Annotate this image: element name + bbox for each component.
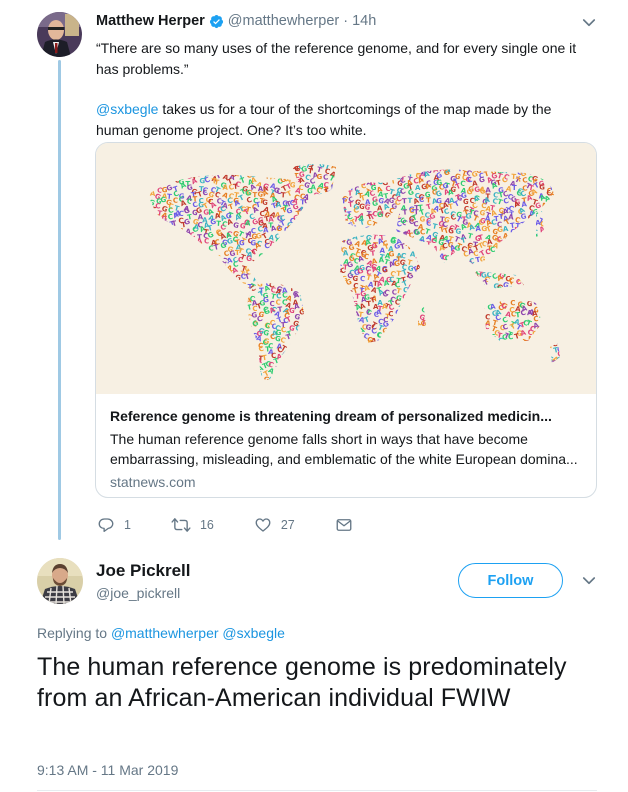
card-body: Reference genome is threatening dream of… (110, 406, 584, 490)
quote-paragraph: “There are so many uses of the reference… (96, 40, 577, 77)
dna-letter: C (298, 184, 304, 193)
reply-button[interactable]: 1 (97, 516, 131, 534)
world-map-icon: CCCCAGCTACCGCATGATACATAAAACTGTATGTTTGCCA… (96, 143, 596, 394)
replying-to-line: Replying to @matthewherper @sxbegle (37, 625, 285, 641)
card-image-world-map: CCCCAGCTACCGCATGATACATAAAACTGTATGTTTGCCA… (96, 143, 596, 394)
like-button[interactable]: 27 (254, 516, 295, 534)
main-author-name[interactable]: Joe Pickrell (96, 561, 191, 581)
card-description-line: embarrassing, misleading, and emblematic… (110, 451, 578, 467)
main-author-handle[interactable]: @joe_pickrell (96, 585, 180, 601)
replying-mention[interactable]: @sxbegle (222, 625, 284, 641)
like-count: 27 (280, 518, 295, 532)
retweet-icon (171, 518, 191, 532)
heart-icon (255, 518, 271, 532)
parent-action-bar: 1 16 27 (97, 516, 402, 534)
thread-line (58, 60, 61, 540)
card-title[interactable]: Reference genome is threatening dream of… (110, 406, 584, 426)
dna-letter: C (238, 256, 243, 264)
header-separator: · (343, 13, 349, 29)
main-tweet-timestamp[interactable]: 9:13 AM - 11 Mar 2019 (37, 762, 178, 778)
main-more-chevron-icon[interactable] (580, 572, 598, 595)
retweet-count: 16 (199, 518, 214, 532)
dna-letter: T (233, 183, 239, 191)
verified-badge-icon (209, 14, 224, 29)
mention-link[interactable]: @sxbegle (96, 101, 158, 117)
card-domain: statnews.com (110, 474, 196, 490)
reply-count: 1 (124, 518, 131, 532)
author-handle[interactable]: @matthewherper (228, 13, 339, 29)
direct-message-button[interactable] (335, 516, 362, 534)
replying-prefix: Replying to (37, 625, 108, 641)
parent-more-chevron-icon[interactable] (580, 14, 598, 37)
card-description-line: The human reference genome falls short i… (110, 431, 528, 447)
retweet-button[interactable]: 16 (171, 516, 214, 534)
main-tweet-text: The human reference genome is predominat… (37, 653, 567, 712)
divider (37, 790, 597, 791)
commentary-paragraph: @sxbegle takes us for a tour of the shor… (96, 99, 596, 140)
matthew-herper-avatar[interactable] (37, 12, 82, 57)
card-description: The human reference genome falls short i… (110, 429, 584, 469)
parent-tweet-header: Matthew Herper @matthewherper · 14h (96, 13, 376, 29)
author-name[interactable]: Matthew Herper (96, 13, 205, 29)
tweet-time[interactable]: 14h (352, 13, 376, 29)
reply-icon (98, 518, 114, 533)
dna-letter: T (402, 208, 408, 216)
replying-mention[interactable]: @matthewherper (111, 625, 219, 641)
joe-pickrell-avatar[interactable] (37, 558, 83, 604)
commentary-text: takes us for a tour of the shortcomings … (96, 101, 552, 138)
envelope-icon (336, 519, 352, 531)
link-preview-card[interactable]: CCCCAGCTACCGCATGATACATAAAACTGTATGTTTGCCA… (95, 142, 597, 498)
follow-button[interactable]: Follow (458, 563, 563, 598)
